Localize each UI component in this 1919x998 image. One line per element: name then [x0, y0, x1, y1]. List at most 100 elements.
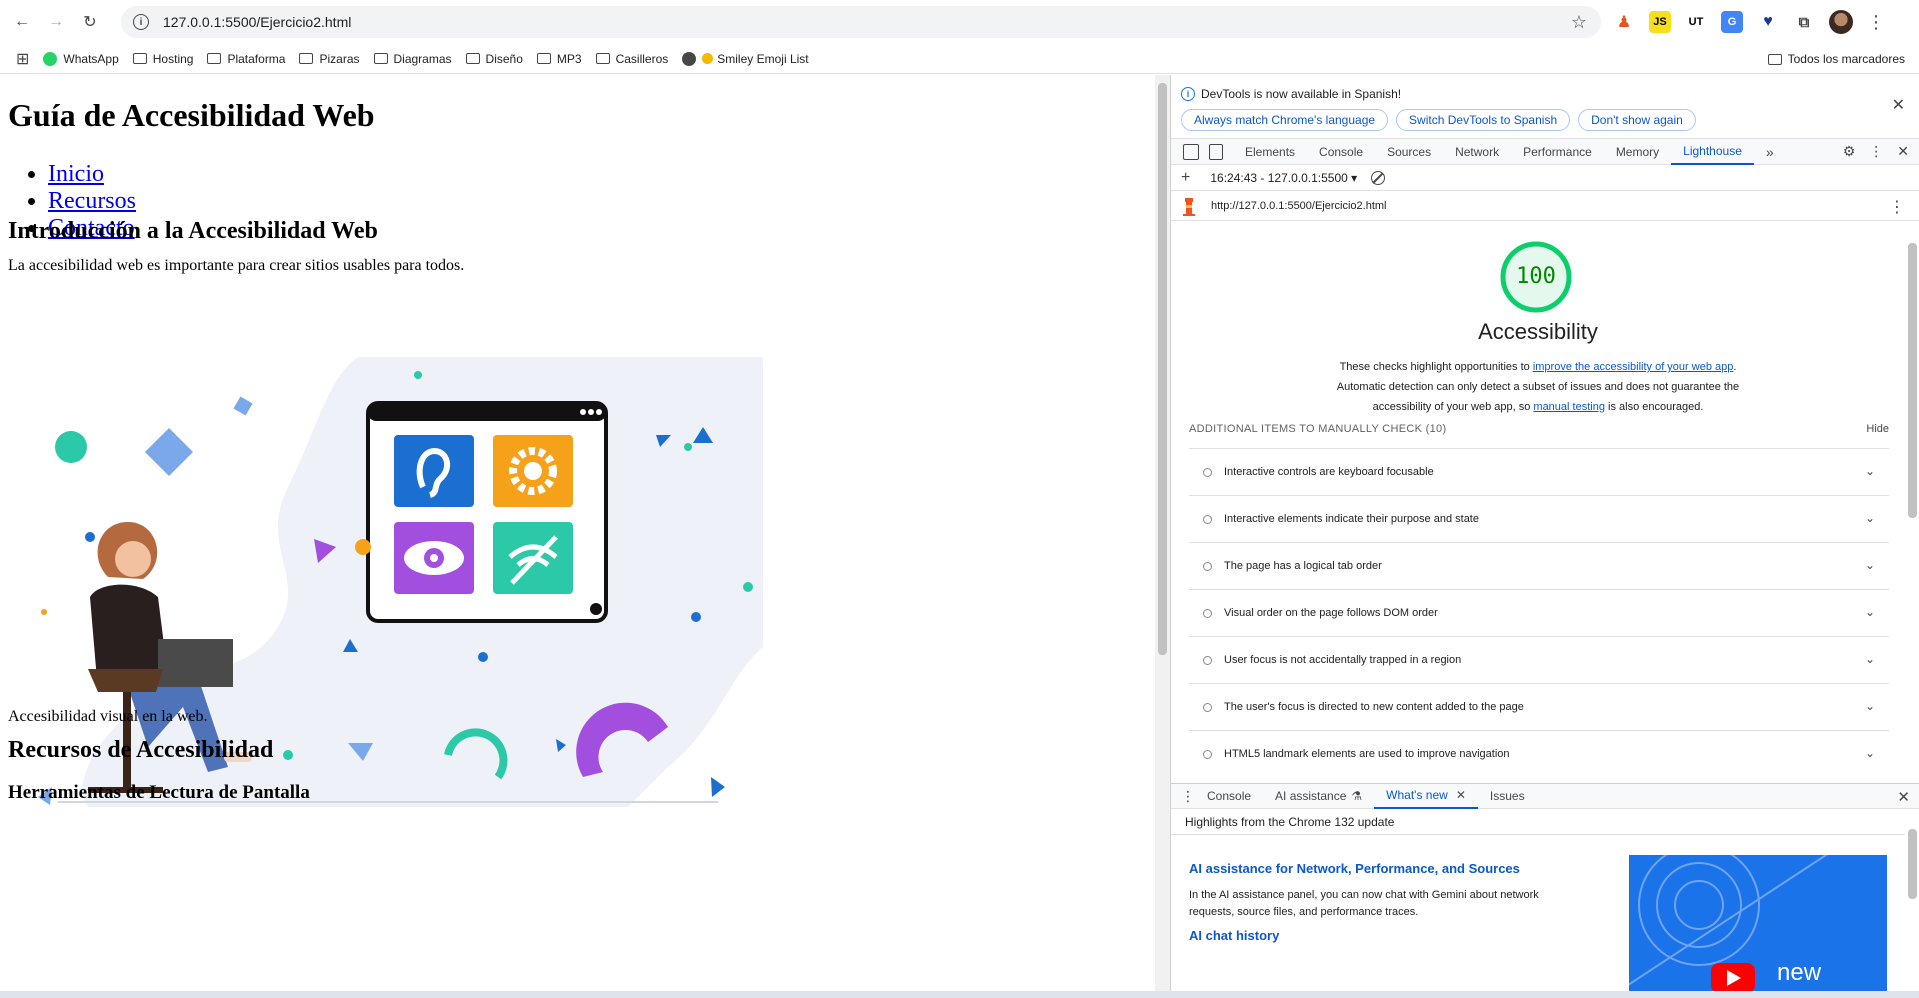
extension-heart-icon[interactable]: ♥: [1757, 11, 1779, 33]
category-description: These checks highlight opportunities to …: [1336, 361, 1740, 413]
address-url[interactable]: 127.0.0.1:5500/Ejercicio2.html: [163, 14, 351, 30]
tab-memory[interactable]: Memory: [1604, 139, 1671, 165]
bookmark-diseno[interactable]: Diseño: [465, 52, 523, 66]
tab-lighthouse[interactable]: Lighthouse: [1671, 139, 1754, 165]
chevron-down-icon[interactable]: ⌄: [1865, 511, 1875, 525]
close-devtools-icon[interactable]: ✕: [1897, 143, 1909, 160]
drawer-tab-issues[interactable]: Issues: [1478, 784, 1537, 809]
resources-heading: Recursos de Accesibilidad: [8, 737, 274, 763]
audit-item[interactable]: User focus is not accidentally trapped i…: [1189, 636, 1889, 683]
language-notice: i DevTools is now available in Spanish! …: [1171, 75, 1919, 139]
manual-checks-heading: ADDITIONAL ITEMS TO MANUALLY CHECK (10) …: [1189, 423, 1889, 435]
chevron-down-icon[interactable]: ⌄: [1865, 605, 1875, 619]
bookmark-smiley[interactable]: Smiley Emoji List: [682, 51, 809, 66]
chevron-down-icon[interactable]: ⌄: [1865, 558, 1875, 572]
hide-button[interactable]: Hide: [1866, 423, 1889, 435]
tab-performance[interactable]: Performance: [1511, 139, 1604, 165]
extension-fox-icon[interactable]: ♟: [1613, 11, 1635, 33]
site-info-icon[interactable]: i: [133, 14, 149, 30]
extension-js-icon[interactable]: JS: [1649, 11, 1671, 33]
bookmark-hosting[interactable]: Hosting: [132, 52, 193, 66]
bookmark-pizaras[interactable]: Pizaras: [299, 52, 360, 66]
whats-new-scroll-thumb[interactable]: [1908, 829, 1917, 899]
chevron-down-icon[interactable]: ⌄: [1865, 746, 1875, 760]
chevron-down-icon[interactable]: ⌄: [1865, 464, 1875, 478]
forward-icon[interactable]: →: [42, 8, 70, 36]
bookmark-whatsapp[interactable]: WhatsApp: [43, 51, 119, 66]
bookmark-mp3[interactable]: MP3: [536, 52, 582, 66]
back-icon[interactable]: ←: [8, 8, 36, 36]
dont-show-again-button[interactable]: Don't show again: [1578, 109, 1696, 131]
apps-grid-icon[interactable]: ⊞: [16, 49, 29, 69]
bookmark-plataforma[interactable]: Plataforma: [207, 52, 285, 66]
close-notice-icon[interactable]: ✕: [1892, 95, 1905, 115]
extensions-puzzle-icon[interactable]: ⧉: [1793, 11, 1815, 33]
whats-new-scrollbar[interactable]: [1905, 809, 1919, 991]
tab-sources[interactable]: Sources: [1375, 139, 1443, 165]
nav-item: Inicio: [48, 161, 136, 188]
audit-item[interactable]: HTML5 landmark elements are used to impr…: [1189, 730, 1889, 777]
nav-item: Recursos: [48, 188, 136, 215]
close-tab-icon[interactable]: ✕: [1456, 788, 1466, 802]
folder-icon: [207, 53, 222, 64]
whats-new-title[interactable]: AI assistance for Network, Performance, …: [1189, 861, 1520, 876]
drawer-tab-ai-assistance[interactable]: AI assistance ⚗: [1263, 784, 1374, 809]
tab-elements[interactable]: Elements: [1233, 139, 1307, 165]
chevron-down-icon[interactable]: ⌄: [1865, 652, 1875, 666]
category-title: Accessibility: [1478, 319, 1598, 344]
bookmark-star-icon[interactable]: ☆: [1571, 12, 1587, 33]
drawer-menu-icon[interactable]: ⋮: [1181, 788, 1195, 805]
extension-translate-icon[interactable]: G: [1721, 11, 1743, 33]
whats-new-subtitle[interactable]: AI chat history: [1189, 928, 1279, 943]
match-language-button[interactable]: Always match Chrome's language: [1181, 109, 1389, 131]
close-drawer-icon[interactable]: ✕: [1897, 788, 1910, 806]
switch-spanish-button[interactable]: Switch DevTools to Spanish: [1396, 109, 1571, 131]
nav-link-inicio[interactable]: Inicio: [48, 161, 104, 187]
lighthouse-toolbar: + 16:24:43 - 127.0.0.1:5500 ▾: [1171, 165, 1919, 191]
page-scroll-thumb[interactable]: [1158, 83, 1167, 655]
nav-link-recursos[interactable]: Recursos: [48, 188, 136, 214]
folder-icon: [132, 53, 147, 64]
audit-item[interactable]: Visual order on the page follows DOM ord…: [1189, 589, 1889, 636]
profile-avatar[interactable]: [1829, 10, 1853, 34]
reload-icon[interactable]: ↻: [76, 8, 104, 36]
report-menu-icon[interactable]: ⋮: [1889, 197, 1905, 217]
info-icon: i: [1181, 87, 1195, 101]
video-thumbnail[interactable]: new: [1629, 855, 1887, 991]
manual-testing-link[interactable]: manual testing: [1533, 401, 1605, 413]
folder-icon: [1767, 53, 1782, 65]
report-scroll-thumb[interactable]: [1908, 243, 1917, 518]
extension-ut-icon[interactable]: UT: [1685, 11, 1707, 33]
all-bookmarks[interactable]: Todos los marcadores: [1767, 52, 1905, 66]
more-tabs-icon[interactable]: »: [1754, 139, 1786, 165]
bookmark-casilleros[interactable]: Casilleros: [595, 52, 668, 66]
new-report-icon[interactable]: +: [1181, 169, 1190, 187]
improve-accessibility-link[interactable]: improve the accessibility of your web ap…: [1533, 361, 1734, 373]
lighthouse-logo-icon: [1183, 197, 1195, 216]
settings-gear-icon[interactable]: ⚙: [1843, 143, 1856, 160]
report-scrollbar[interactable]: [1905, 223, 1919, 783]
drawer-tab-whats-new[interactable]: What's new ✕: [1374, 784, 1478, 809]
page-scrollbar[interactable]: [1155, 75, 1170, 991]
folder-icon: [299, 53, 314, 64]
audit-item[interactable]: The page has a logical tab order ⌄: [1189, 542, 1889, 589]
bookmark-diagramas[interactable]: Diagramas: [373, 52, 452, 66]
drawer-tab-console[interactable]: Console: [1195, 784, 1263, 809]
chevron-down-icon[interactable]: ⌄: [1865, 699, 1875, 713]
image-caption: Accesibilidad visual en la web.: [8, 708, 208, 725]
clear-reports-icon[interactable]: [1371, 170, 1386, 185]
audit-item[interactable]: Interactive elements indicate their purp…: [1189, 495, 1889, 542]
devtools-menu-icon[interactable]: ⋮: [1869, 143, 1883, 160]
page-title: Guía de Accesibilidad Web: [8, 97, 375, 133]
browser-menu-icon[interactable]: ⋮: [1867, 12, 1885, 33]
report-select[interactable]: 16:24:43 - 127.0.0.1:5500 ▾: [1210, 171, 1357, 185]
address-bar[interactable]: i 127.0.0.1:5500/Ejercicio2.html ☆: [121, 6, 1601, 38]
tab-network[interactable]: Network: [1443, 139, 1511, 165]
tab-console[interactable]: Console: [1307, 139, 1375, 165]
device-toolbar-icon[interactable]: [1209, 143, 1223, 160]
lighthouse-report: 100 Accessibility These checks highlight…: [1171, 223, 1905, 783]
inspect-element-icon[interactable]: [1183, 143, 1199, 160]
audit-item[interactable]: Interactive controls are keyboard focusa…: [1189, 448, 1889, 495]
manual-check-icon: [1203, 702, 1212, 712]
audit-item[interactable]: The user's focus is directed to new cont…: [1189, 683, 1889, 730]
